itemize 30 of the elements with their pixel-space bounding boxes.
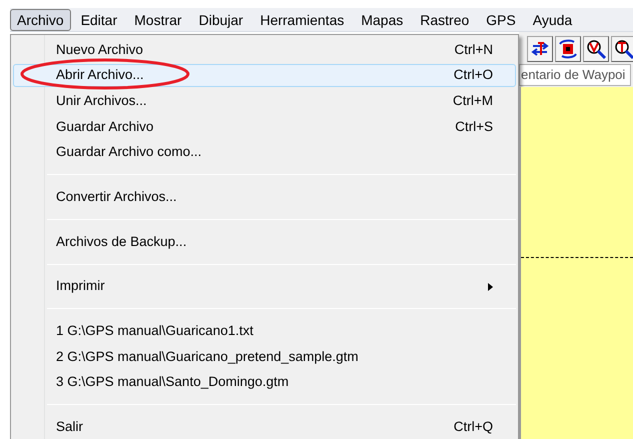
menu-bar-item[interactable]: Herramientas	[253, 8, 352, 30]
menu-item[interactable]: Guardar Archivo como...	[13, 140, 516, 164]
menu-bar-item[interactable]: Archivo	[10, 8, 71, 30]
toolbar-button[interactable]	[583, 36, 609, 62]
menu-item[interactable]: Convertir Archivos...	[13, 185, 516, 210]
square-arrows-icon	[557, 38, 579, 60]
menu-bar-item[interactable]: Ayuda	[526, 8, 580, 30]
menu-item[interactable]: Salir Ctrl+Q	[13, 415, 516, 439]
menu-item[interactable]: Abrir Archivo... Ctrl+O	[13, 64, 516, 88]
magnifier-icon	[585, 38, 607, 60]
menu-bar-item[interactable]: Mostrar	[127, 8, 189, 30]
menu-item[interactable]: Imprimir	[13, 274, 516, 298]
menu-item[interactable]: Guardar Archivo Ctrl+S	[13, 115, 516, 139]
menu-item[interactable]: Archivos de Backup...	[13, 230, 516, 254]
menu-bar-item[interactable]: Rastreo	[413, 8, 476, 30]
menu-item[interactable]: 1 G:\GPS manual\Guaricano1.txt	[13, 319, 516, 344]
menu-item[interactable]: 2 G:\GPS manual\Guaricano_pretend_sample.gtm	[13, 345, 516, 369]
menu-item[interactable]: Unir Archivos... Ctrl+M	[13, 89, 516, 114]
menu-bar-item[interactable]: Mapas	[354, 8, 410, 30]
menu-item[interactable]: Nuevo Archivo Ctrl+N	[13, 38, 516, 62]
toolbar-button[interactable]	[527, 36, 553, 62]
magnifier-icon	[613, 38, 633, 60]
menu-item[interactable]: 3 G:\GPS manual\Santo_Domingo.gtm	[13, 370, 516, 394]
menu-bar-item[interactable]: Dibujar	[192, 8, 250, 30]
toolbar-button[interactable]	[555, 36, 581, 62]
waypoint-field[interactable]: entario de Waypoi	[519, 64, 631, 86]
submenu-arrow-icon	[488, 282, 493, 291]
menu-bar-item[interactable]: GPS	[479, 8, 523, 30]
menu-bar-item[interactable]: Editar	[74, 8, 124, 30]
toolbar-button[interactable]	[611, 36, 633, 62]
